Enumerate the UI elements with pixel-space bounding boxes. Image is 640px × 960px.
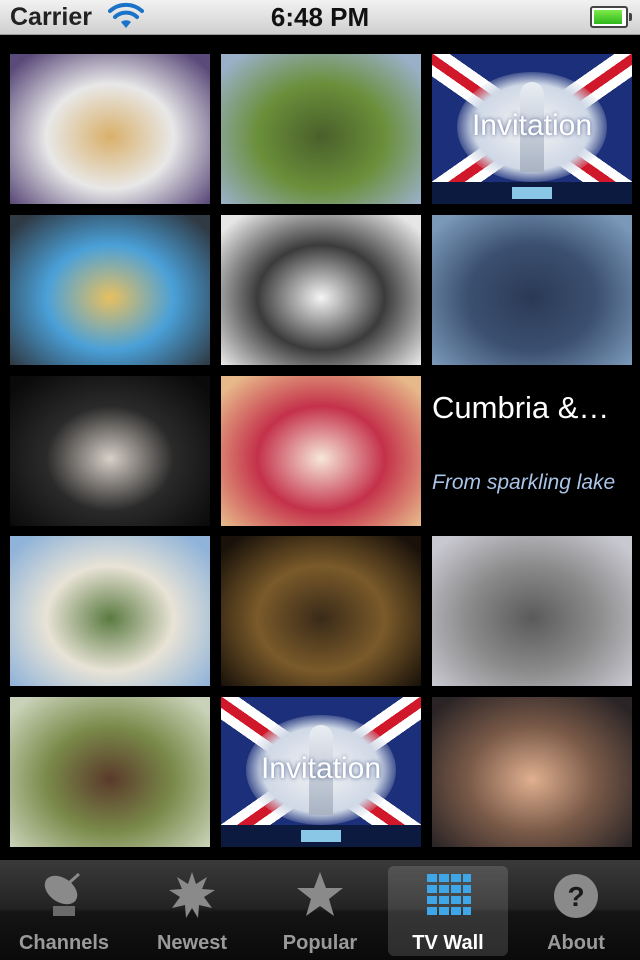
video-thumbnail xyxy=(221,376,421,526)
video-controls-strip xyxy=(432,182,632,204)
video-thumbnail xyxy=(432,536,632,686)
video-controls-strip xyxy=(221,825,421,847)
video-tile[interactable] xyxy=(221,376,421,526)
tab-label: TV Wall xyxy=(412,932,484,954)
video-thumbnail: Invitation xyxy=(432,54,632,204)
video-thumbnail xyxy=(221,54,421,204)
video-tile[interactable]: Cumbria &… From sparkling lake xyxy=(432,376,640,526)
tile-title: Cumbria &… xyxy=(432,390,610,425)
battery-icon xyxy=(590,6,632,28)
video-tile[interactable]: Invitation xyxy=(432,54,632,204)
video-thumbnail xyxy=(432,697,632,847)
video-tile[interactable] xyxy=(221,536,421,686)
tab-label: Popular xyxy=(282,932,358,954)
satellite-dish-icon xyxy=(39,868,89,924)
tab-popular[interactable]: Popular xyxy=(256,860,384,960)
video-tile[interactable] xyxy=(10,536,210,686)
video-tile[interactable] xyxy=(221,215,421,365)
video-tile[interactable] xyxy=(432,215,632,365)
video-thumbnail xyxy=(10,54,210,204)
video-thumbnail xyxy=(10,376,210,526)
video-tile[interactable] xyxy=(432,536,632,686)
video-thumbnail xyxy=(221,215,421,365)
video-tile[interactable] xyxy=(432,697,632,847)
video-tile[interactable] xyxy=(10,215,210,365)
video-tile[interactable] xyxy=(10,54,210,204)
tab-newest[interactable]: Newest xyxy=(128,860,256,960)
starburst-icon xyxy=(167,868,217,924)
video-thumbnail xyxy=(10,215,210,365)
video-thumbnail xyxy=(432,215,632,365)
tab-label: About xyxy=(547,932,605,954)
video-thumbnail xyxy=(221,536,421,686)
tab-channels[interactable]: Channels xyxy=(0,860,128,960)
video-tile[interactable] xyxy=(10,376,210,526)
tab-bar: Channels Newest Popular TV Wall? About xyxy=(0,860,640,960)
star-icon xyxy=(295,868,345,924)
video-tile[interactable] xyxy=(221,54,421,204)
tab-label: Channels xyxy=(18,932,110,954)
grid-icon xyxy=(423,868,473,924)
svg-text:?: ? xyxy=(567,881,584,912)
tile-title: Invitation xyxy=(471,109,593,142)
tv-wall-grid: Invitation Cumbria &… From sparkling lake I… xyxy=(0,34,640,860)
status-bar: Carrier 6:48 PM xyxy=(0,0,640,35)
video-thumbnail xyxy=(10,697,210,847)
clock: 6:48 PM xyxy=(270,2,370,32)
tile-title: Invitation xyxy=(260,752,382,785)
video-thumbnail: Invitation xyxy=(221,697,421,847)
video-thumbnail xyxy=(10,536,210,686)
tile-subtitle: From sparkling lake xyxy=(432,471,616,494)
video-tile[interactable] xyxy=(10,697,210,847)
video-tile[interactable]: Invitation xyxy=(221,697,421,847)
tab-label: Newest xyxy=(156,932,228,954)
tab-about[interactable]: ? About xyxy=(512,860,640,960)
question-icon: ? xyxy=(551,868,601,924)
tab-tvwall[interactable]: TV Wall xyxy=(384,860,512,960)
